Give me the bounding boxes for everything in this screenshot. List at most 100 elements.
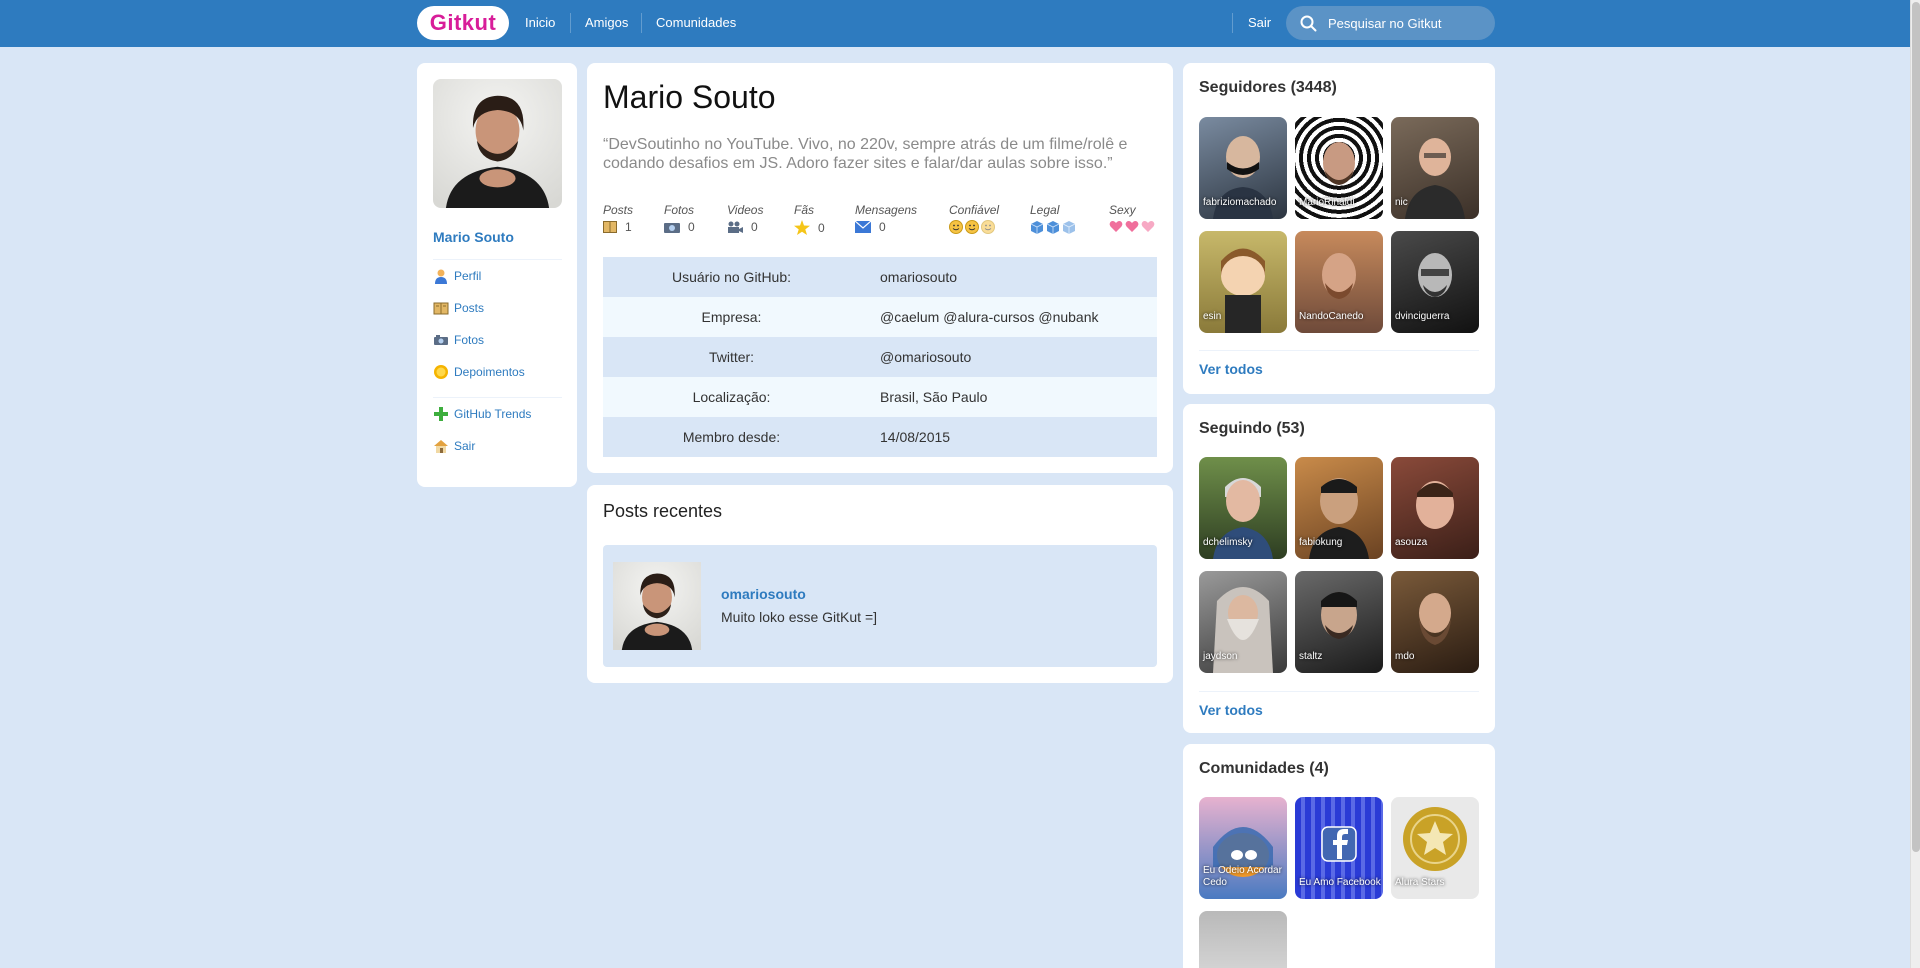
search-box[interactable] [1286,6,1495,40]
scrollbar-thumb[interactable] [1912,2,1920,852]
profile-sidebar: Mario Souto Perfil Posts Fotos Depoiment… [417,63,577,487]
follower-name: fabriziomachado [1203,197,1277,208]
sidebar-item-posts[interactable]: Posts [433,298,484,318]
profile-info-table: Usuário no GitHub: omariosouto Empresa: @c… [603,257,1157,457]
ice-cube-icons[interactable] [1030,220,1076,234]
follower-name: NandoCanedo [1299,311,1364,322]
community-card[interactable]: Eu Amo Facebook [1295,797,1383,899]
sidebar-item-depoimentos[interactable]: Depoimentos [433,362,525,382]
nav-divider [570,13,571,33]
stat-fotos: Fotos 0 [664,203,695,234]
search-input[interactable] [1328,6,1488,40]
community-card[interactable] [1199,911,1287,968]
table-row: Localização: Brasil, São Paulo [603,377,1157,417]
follower-card[interactable]: dvinciguerra [1391,231,1479,333]
divider [1199,350,1479,351]
smiley-icons[interactable] [949,220,999,234]
info-key: Twitter: [708,349,755,365]
stat-videos: Videos 0 [727,203,763,234]
community-name: Eu Amo Facebook [1299,877,1381,888]
rating-label: Confiável [949,203,1000,217]
sidebar-item-label: Fotos [454,333,485,347]
profile-avatar[interactable] [433,79,562,208]
following-name: fabiokung [1299,537,1343,548]
stat-value: 0 [879,220,886,234]
follower-card[interactable]: fabriziomachado [1199,117,1287,219]
follower-name: esin [1203,311,1222,322]
following-see-all-link[interactable]: Ver todos [1199,702,1263,718]
stat-label: Fãs [794,203,815,217]
community-card[interactable]: Eu Odeio Acordar Cedo [1199,797,1287,899]
info-value: omariosouto [880,269,958,285]
post-avatar[interactable] [613,555,701,657]
info-value: Brasil, São Paulo [880,389,988,405]
heart-icons[interactable] [1109,220,1157,233]
follower-card[interactable]: nic [1391,117,1479,219]
stat-label: Videos [727,203,764,217]
following-name: mdo [1395,651,1415,662]
info-key: Localização: [692,389,771,405]
following-box: Seguindo (53) dchelimsky fabiokung asouz… [1183,404,1495,733]
rating-legal: Legal [1030,203,1076,234]
following-card[interactable]: dchelimsky [1199,457,1287,559]
sidebar-item-perfil[interactable]: Perfil [433,266,481,286]
stat-posts: Posts 1 [603,203,633,234]
community-card[interactable]: Alura Stars [1391,797,1479,899]
rating-label: Legal [1030,203,1060,217]
logout-link[interactable]: Sair [1248,15,1271,30]
follower-card[interactable]: esin [1199,231,1287,333]
following-name: jaydson [1203,651,1238,662]
following-card[interactable]: staltz [1295,571,1383,673]
follower-card[interactable]: MarioRinaldi [1295,117,1383,219]
home-icon [434,440,448,453]
followers-see-all-link[interactable]: Ver todos [1199,361,1263,377]
star-icon [794,220,810,235]
video-camera-icon [728,221,743,233]
post-item: omariosouto Muito loko esse GitKut =] [603,545,1157,667]
communities-title: Comunidades (4) [1199,760,1329,777]
stat-label: Fotos [664,203,695,217]
rating-confiavel: Confiável [949,203,999,234]
sidebar-item-label: Sair [454,439,476,453]
post-author[interactable]: omariosouto [721,586,806,602]
page-scrollbar[interactable] [1910,0,1920,968]
nav-inicio[interactable]: Inicio [525,15,555,30]
nav-divider [641,13,642,33]
follower-name: dvinciguerra [1395,311,1450,322]
following-card[interactable]: fabiokung [1295,457,1383,559]
info-key: Usuário no GitHub: [671,269,792,285]
stat-label: Posts [603,203,634,217]
community-name: Alura Stars [1395,877,1445,888]
communities-box: Comunidades (4) Eu Odeio Acordar Cedo Eu… [1183,744,1495,968]
nav-comunidades[interactable]: Comunidades [656,15,736,30]
stat-value: 1 [625,220,632,234]
following-card[interactable]: mdo [1391,571,1479,673]
divider [1199,691,1479,692]
user-icon [435,269,447,284]
following-name: staltz [1299,651,1323,662]
sidebar-item-github-trends[interactable]: GitHub Trends [433,404,531,424]
camera-icon [664,223,680,233]
following-card[interactable]: asouza [1391,457,1479,559]
sidebar-item-fotos[interactable]: Fotos [433,330,484,350]
rating-label: Sexy [1109,203,1136,217]
sidebar-item-label: Perfil [454,269,482,283]
profile-name: Mario Souto [603,79,776,115]
sidebar-profile-name[interactable]: Mario Souto [433,229,514,245]
stat-label: Mensagens [855,203,918,217]
profile-bio: “DevSoutinho no YouTube. Vivo, no 220v, … [603,136,1128,172]
nav-amigos[interactable]: Amigos [585,15,628,30]
following-name: dchelimsky [1203,537,1253,548]
rating-sexy: Sexy [1109,203,1157,233]
follower-card[interactable]: NandoCanedo [1295,231,1383,333]
follower-name: MarioRinaldi [1299,197,1355,208]
sun-icon [434,365,448,379]
sidebar-item-sair[interactable]: Sair [433,436,475,456]
heart-icon [1109,221,1155,232]
community-name: Eu Odeio Acordar Cedo [1203,865,1282,888]
following-title: Seguindo (53) [1199,420,1305,437]
followers-title: Seguidores (3448) [1199,79,1337,96]
following-card[interactable]: jaydson [1199,571,1287,673]
plus-icon [434,407,448,421]
gitkut-logo[interactable]: Gitkut [417,6,509,40]
